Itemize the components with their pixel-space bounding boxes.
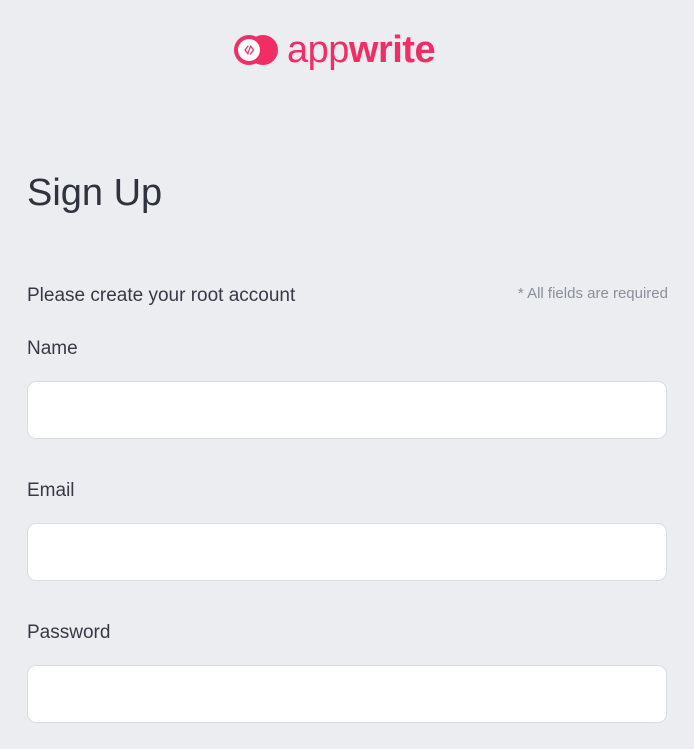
name-input[interactable]	[27, 381, 667, 439]
appwrite-logo-text: appwrite	[287, 28, 436, 72]
appwrite-logo-icon	[233, 32, 281, 68]
email-input[interactable]	[27, 523, 667, 581]
page-title: Sign Up	[27, 172, 163, 214]
email-label: Email	[27, 480, 75, 501]
password-input[interactable]	[27, 665, 667, 723]
logo-text-bold: write	[348, 29, 436, 71]
password-label: Password	[27, 622, 111, 643]
intro-text: Please create your root account	[27, 285, 296, 306]
appwrite-logo[interactable]: appwrite	[233, 28, 436, 72]
name-label: Name	[27, 338, 78, 359]
required-fields-note: * All fields are required	[517, 285, 668, 302]
logo-text-light: app	[287, 29, 349, 71]
